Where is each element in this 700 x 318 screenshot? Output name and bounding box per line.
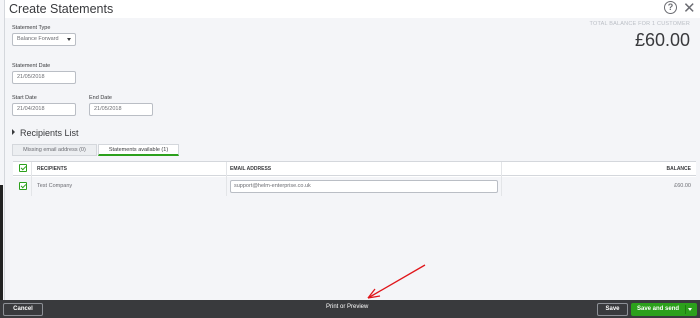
create-statements-dialog: Create Statements ? ✕ Statement Type Bal… — [5, 0, 700, 300]
statement-date-field[interactable]: 21/05/2018 — [12, 71, 76, 84]
dialog-footer: Cancel Print or Preview Save Save and se… — [0, 300, 700, 318]
column-header-recipients: RECIPIENTS — [37, 166, 68, 172]
background-page-edge — [0, 185, 3, 300]
column-divider — [31, 162, 32, 196]
split-divider — [685, 305, 686, 314]
end-date-field[interactable]: 21/05/2018 — [89, 103, 153, 116]
tab-missing-email[interactable]: Missing email address (0) — [12, 144, 97, 156]
select-all-checkbox[interactable] — [19, 164, 27, 172]
dialog-header: Create Statements ? ✕ — [5, 0, 700, 18]
save-and-send-label: Save and send — [637, 306, 680, 312]
start-date-label: Start Date — [12, 95, 37, 101]
recipients-list-toggle[interactable]: Recipients List — [12, 128, 79, 138]
close-icon[interactable]: ✕ — [683, 0, 696, 17]
table-row: Test Company support@helm-enterprise.co.… — [13, 177, 696, 196]
start-date-field[interactable]: 21/04/2018 — [12, 103, 76, 116]
dialog-title: Create Statements — [9, 2, 114, 16]
end-date-label: End Date — [89, 95, 112, 101]
recipients-table: RECIPIENTS EMAIL ADDRESS BALANCE Test Co… — [13, 161, 696, 196]
print-or-preview-link[interactable]: Print or Preview — [326, 304, 368, 310]
tab-statements-available[interactable]: Statements available (1) — [98, 144, 179, 156]
chevron-right-icon — [12, 129, 15, 135]
cancel-button[interactable]: Cancel — [3, 303, 43, 316]
email-field[interactable]: support@helm-enterprise.co.uk — [230, 180, 498, 193]
save-button[interactable]: Save — [597, 303, 628, 316]
row-balance: £60.00 — [674, 183, 691, 189]
column-divider — [226, 162, 227, 196]
save-and-send-button[interactable]: Save and send — [631, 303, 697, 316]
help-icon[interactable]: ? — [664, 1, 677, 14]
chevron-down-icon — [67, 38, 71, 41]
table-header: RECIPIENTS EMAIL ADDRESS BALANCE — [13, 162, 696, 176]
total-balance-value: £60.00 — [634, 30, 690, 50]
statement-date-label: Statement Date — [12, 63, 51, 69]
row-checkbox[interactable] — [19, 182, 27, 190]
total-balance-label: TOTAL BALANCE FOR 1 CUSTOMER — [589, 21, 690, 27]
chevron-down-icon[interactable] — [688, 308, 692, 311]
statement-type-select[interactable]: Balance Forward — [12, 33, 76, 46]
statement-type-value: Balance Forward — [17, 36, 59, 42]
recipient-name: Test Company — [37, 183, 73, 189]
recipients-list-heading: Recipients List — [20, 128, 79, 138]
column-header-balance: BALANCE — [666, 166, 691, 172]
statement-type-label: Statement Type — [12, 25, 51, 31]
column-header-email: EMAIL ADDRESS — [230, 166, 272, 172]
column-divider — [501, 162, 502, 196]
